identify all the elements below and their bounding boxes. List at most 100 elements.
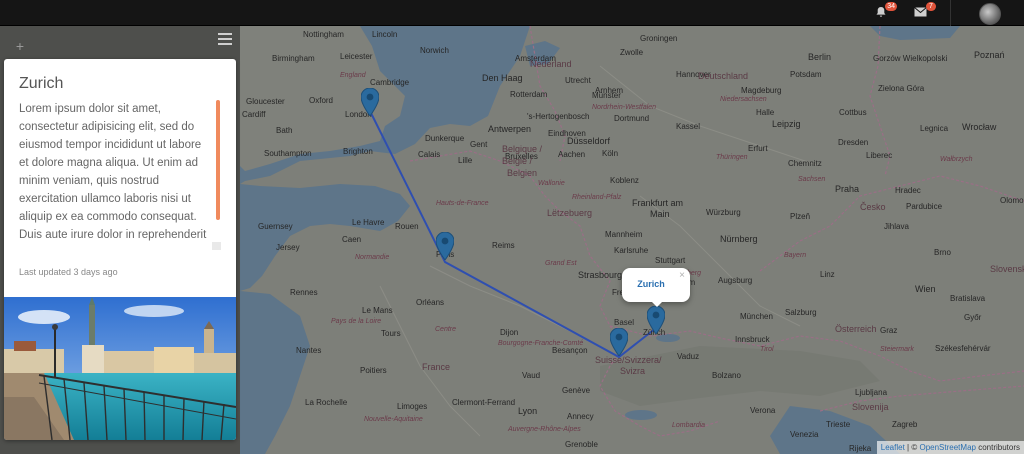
map-label: Augsburg bbox=[718, 276, 753, 285]
map-label: Rheinland-Pfalz bbox=[572, 194, 622, 201]
map-label: Praha bbox=[835, 184, 860, 194]
map-marker-zurich[interactable] bbox=[647, 306, 665, 334]
map-label: Tirol bbox=[760, 346, 774, 353]
map-label: Main bbox=[650, 209, 670, 219]
leaflet-link[interactable]: Leaflet bbox=[881, 443, 905, 452]
map-label: Berlin bbox=[808, 52, 832, 62]
map-label: Nantes bbox=[296, 346, 322, 355]
map-label: Leicester bbox=[340, 52, 373, 61]
map-label: Magdeburg bbox=[741, 86, 782, 95]
hamburger-menu-icon[interactable] bbox=[218, 33, 232, 45]
map-label: Oxford bbox=[309, 96, 334, 105]
popup-title[interactable]: Zurich bbox=[622, 279, 680, 289]
map-label: Würzburg bbox=[706, 208, 741, 217]
map-marker-london[interactable] bbox=[361, 88, 379, 116]
map-label: Grand Est bbox=[545, 260, 577, 267]
map-label: Den Haag bbox=[482, 73, 523, 83]
map-label: Rennes bbox=[290, 288, 318, 297]
map-label: Strasbourg bbox=[578, 270, 623, 280]
map-label: Besançon bbox=[552, 346, 588, 355]
map-label: Zwolle bbox=[620, 48, 644, 57]
map-label: France bbox=[422, 362, 451, 372]
map-marker-geneva[interactable] bbox=[610, 328, 628, 356]
map-label: Österreich bbox=[835, 324, 877, 334]
map-label: Pays de la Loire bbox=[331, 318, 382, 325]
map-label: Hradec bbox=[895, 186, 921, 195]
map-label: Annecy bbox=[567, 412, 594, 421]
map-label: Vaduz bbox=[677, 352, 700, 361]
card-scrollbar[interactable] bbox=[216, 100, 220, 220]
map-label: Karlsruhe bbox=[614, 246, 649, 255]
map-label: Vaud bbox=[522, 371, 541, 380]
map-label: Lille bbox=[458, 156, 473, 165]
map-label: Münster bbox=[592, 91, 621, 100]
location-card: Zurich Lorem ipsum dolor sit amet, conse… bbox=[4, 59, 236, 440]
map-label: Rotterdam bbox=[510, 90, 548, 99]
map-label: Basel bbox=[614, 318, 635, 327]
card-last-updated: Last updated 3 days ago bbox=[19, 267, 118, 277]
map-label: Gent bbox=[470, 140, 488, 149]
card-title: Zurich bbox=[19, 75, 64, 92]
map-label: Antwerpen bbox=[488, 124, 532, 134]
map-label: Erfurt bbox=[748, 144, 768, 153]
map-label: Jihlava bbox=[884, 222, 909, 231]
map-marker-paris[interactable] bbox=[436, 232, 454, 260]
map-label: Aachen bbox=[558, 150, 586, 159]
notifications-count: 34 bbox=[885, 2, 897, 11]
map-label: Zielona Góra bbox=[878, 84, 925, 93]
map-label: Linz bbox=[820, 270, 835, 279]
map-label: Rijeka bbox=[849, 444, 872, 453]
map-label: 's-Hertogenbosch bbox=[527, 112, 590, 121]
map-label: Limoges bbox=[397, 402, 428, 411]
map-label: Nottingham bbox=[303, 30, 344, 39]
map-label: Sachsen bbox=[798, 176, 826, 183]
map-label: Groningen bbox=[640, 34, 678, 43]
popup-close-button[interactable]: × bbox=[679, 270, 685, 281]
map-label: Clermont-Ferrand bbox=[452, 398, 516, 407]
map-label: Gloucester bbox=[246, 97, 285, 106]
map-label: Venezia bbox=[790, 430, 819, 439]
attribution-copyright: © bbox=[911, 443, 918, 452]
map-label: Dijon bbox=[500, 328, 519, 337]
map-label: Calais bbox=[418, 150, 441, 159]
map-label: Birmingham bbox=[272, 54, 315, 63]
map-label: England bbox=[340, 72, 366, 79]
messages-button[interactable]: 7 bbox=[912, 2, 936, 20]
map-label: Thüringen bbox=[716, 154, 748, 161]
map-label: Trieste bbox=[826, 420, 851, 429]
map-label: Dortmund bbox=[614, 114, 650, 123]
map-label: België / bbox=[502, 156, 533, 166]
map-label: Mannheim bbox=[605, 230, 643, 239]
map-label: Jersey bbox=[276, 243, 300, 252]
navbar-divider bbox=[950, 0, 951, 26]
map-label: Le Mans bbox=[362, 306, 393, 315]
map-label: Chemnitz bbox=[788, 159, 822, 168]
map-label: Centre bbox=[435, 326, 457, 333]
map-label: Lombardia bbox=[672, 422, 706, 429]
map-label: Köln bbox=[602, 149, 619, 158]
attribution-separator: | bbox=[907, 443, 910, 452]
map-label: Brno bbox=[934, 248, 951, 257]
zoom-in-button[interactable]: + bbox=[10, 38, 30, 54]
map-label: Belgien bbox=[507, 168, 538, 178]
osm-link[interactable]: OpenStreetMap bbox=[919, 443, 975, 452]
map-label: Grenoble bbox=[565, 440, 598, 449]
map-label: Székesfehérvár bbox=[935, 344, 991, 353]
zurich-lake-photo bbox=[4, 297, 236, 440]
map-label: Brighton bbox=[343, 147, 373, 156]
map-label: Győr bbox=[964, 313, 982, 322]
notifications-button[interactable]: 34 bbox=[873, 2, 897, 20]
map-label: Cottbus bbox=[839, 108, 867, 117]
map-label: Poitiers bbox=[360, 366, 387, 375]
map-label: Genève bbox=[562, 386, 591, 395]
map-label: Pardubice bbox=[906, 202, 943, 211]
map-label: Orléans bbox=[416, 298, 445, 307]
map-label: Salzburg bbox=[785, 308, 817, 317]
card-scroll-end bbox=[212, 242, 221, 250]
map-label: Koblenz bbox=[610, 176, 639, 185]
user-avatar[interactable] bbox=[979, 3, 1001, 25]
map-label: Dunkerque bbox=[425, 134, 465, 143]
map-label: Nouvelle-Aquitaine bbox=[364, 416, 423, 423]
map-label: Lëtzebuerg bbox=[547, 208, 593, 218]
map-label: Caen bbox=[342, 235, 362, 244]
